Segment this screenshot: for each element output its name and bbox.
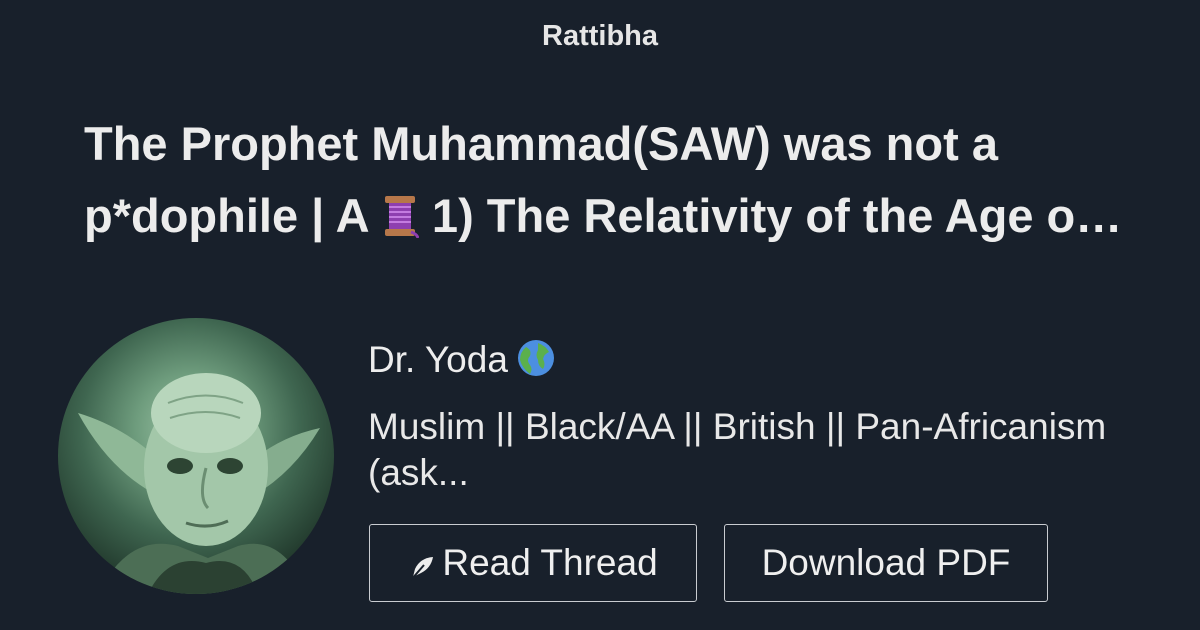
thread-title[interactable]: The Prophet Muhammad(SAW) was not a p*do… (84, 108, 1174, 258)
author-bio: Muslim || Black/AA || British || Pan-Afr… (368, 406, 1107, 493)
thread-title-text-2: 1) The Relativity of the Age o… (418, 189, 1123, 242)
thread-spool-icon (381, 186, 420, 258)
download-pdf-label: Download PDF (761, 542, 1011, 583)
read-thread-label: Read Thread (442, 542, 658, 583)
author-name[interactable]: Dr. Yoda (368, 338, 556, 387)
globe-icon (516, 338, 556, 387)
author-avatar (58, 318, 334, 594)
share-card: Rattibha The Prophet Muhammad(SAW) was n… (0, 0, 1200, 630)
feather-icon (408, 549, 436, 581)
download-pdf-button[interactable]: Download PDF (724, 524, 1048, 602)
read-thread-button[interactable]: Read Thread (369, 524, 697, 602)
site-name: Rattibha (542, 20, 658, 52)
author-name-text: Dr. Yoda (368, 339, 508, 380)
